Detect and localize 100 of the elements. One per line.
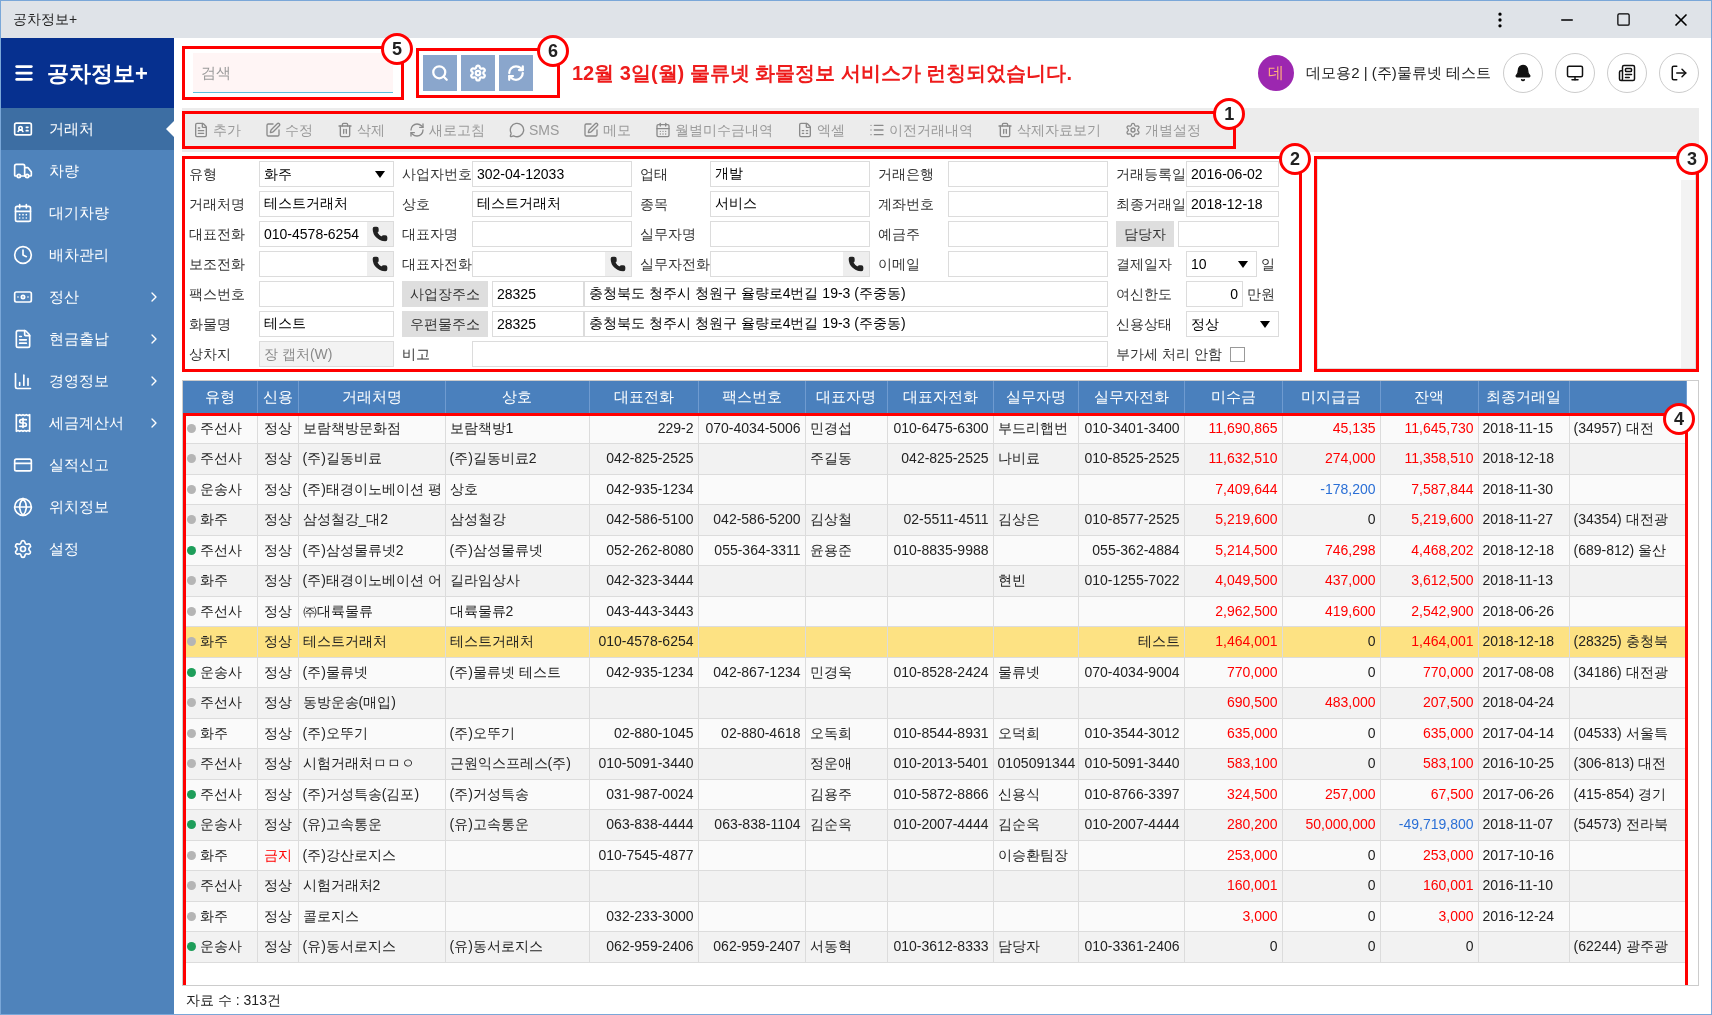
- table-cell-text: 2018-12-18: [1482, 540, 1555, 560]
- table-cell-text: 0: [1367, 510, 1376, 530]
- column-header[interactable]: 실무자명: [993, 381, 1078, 413]
- checkbox[interactable]: [1229, 346, 1245, 362]
- table-row[interactable]: 화주 정상 (주)태경이노베이션 어 길라임상사 042-323-3444 현빈 010-1255-7022 4,049,500 437,000 3,612,500 2018-11-13: [183, 565, 1686, 596]
- column-header[interactable]: 유형: [183, 381, 257, 413]
- zip-field[interactable]: 28325: [492, 311, 584, 337]
- text-field[interactable]: 0: [1186, 281, 1243, 307]
- zip-field[interactable]: 28325: [492, 281, 584, 307]
- newspaper-icon[interactable]: [1607, 53, 1647, 93]
- text-field[interactable]: 테스트거래처: [259, 191, 394, 217]
- field-label: 비고: [402, 344, 431, 364]
- table-row[interactable]: 화주 정상 콜로지스 032-233-3000 3,000 0 3,000 2016-12-24: [183, 901, 1686, 932]
- text-field[interactable]: 충청북도 청주시 청원구 율량로4번길 19-3 (주중동): [584, 281, 1108, 307]
- text-field[interactable]: [948, 191, 1108, 217]
- text-field[interactable]: 개발: [710, 161, 870, 187]
- column-header[interactable]: 상호: [445, 381, 589, 413]
- field-label-button[interactable]: 담당자: [1116, 221, 1174, 247]
- phone-icon: [372, 226, 388, 242]
- sidebar-item[interactable]: 세금계산서: [1, 402, 174, 444]
- table-cell-text: 화주: [200, 723, 228, 743]
- search-field[interactable]: 검색: [193, 53, 393, 93]
- table-cell-text: 정운애: [809, 754, 852, 774]
- column-header[interactable]: 잔액: [1380, 381, 1478, 413]
- monitor-icon[interactable]: [1555, 53, 1595, 93]
- sidebar-item[interactable]: 차량: [1, 150, 174, 192]
- sidebar-item[interactable]: 위치정보: [1, 486, 174, 528]
- sidebar-item[interactable]: 거래처: [1, 108, 174, 150]
- text-field[interactable]: 2016-06-02: [1186, 161, 1279, 187]
- text-field[interactable]: [948, 221, 1108, 247]
- table-row[interactable]: 화주 정상 삼성철강_대2 삼성철강 042-586-5100 042-586-5200 김상철 02-5511-4511 김상은 010-8577-2525 5,219,600 0 5,219,600 2018-11-27 (34354) 대전광: [183, 504, 1686, 535]
- table-row[interactable]: 운송사 정상 (주)태경이노베이션 평 상호 042-935-1234 7,409,644 -178,200 7,587,844 2018-11-30: [183, 474, 1686, 505]
- table-row[interactable]: 주선사 정상 (주)삼성물류넷2 (주)삼성물류넷 052-262-8080 055-364-3311 윤용준 010-8835-9988 055-362-4884 5,214,500 746,298 4,468,202 2018-12-18 (689-812) 울산: [183, 535, 1686, 566]
- field-label: 이메일: [878, 254, 921, 274]
- column-header[interactable]: 미수금: [1184, 381, 1282, 413]
- table-row[interactable]: 운송사 정상 (주)물류넷 (주)물류넷 테스트 042-935-1234 042-867-1234 민경욱 010-8528-2424 물류넷 070-4034-9004 770,000 0 770,000 2017-08-08 (34186) 대전광: [183, 657, 1686, 688]
- logout-icon[interactable]: [1659, 53, 1699, 93]
- refresh-button[interactable]: [499, 55, 533, 91]
- sidebar-item[interactable]: 실적신고: [1, 444, 174, 486]
- table-row[interactable]: 주선사 정상 시험거래처ㅁㅁㅇ 근원익스프레스(주) 010-5091-3440 정운애 010-2013-5401 0105091344 010-5091-3440 583,100 0 583,100 2016-10-25 (306-813) 대전: [183, 748, 1686, 779]
- column-header[interactable]: 미지급금: [1282, 381, 1380, 413]
- id-card-icon: [13, 119, 33, 139]
- bell-icon[interactable]: [1503, 53, 1543, 93]
- dropdown[interactable]: 정상: [1186, 311, 1279, 337]
- sidebar-item[interactable]: 대기차량: [1, 192, 174, 234]
- scrollbar[interactable]: [1681, 180, 1695, 368]
- table-row[interactable]: 주선사 정상 (주)길동비료 (주)길동비료2 042-825-2525 주길동 042-825-2525 나비료 010-8525-2525 11,632,510 274,000 11,358,510 2018-12-18: [183, 443, 1686, 474]
- text-field[interactable]: 2018-12-18: [1186, 191, 1279, 217]
- phone-field[interactable]: [259, 251, 394, 277]
- field-label-button[interactable]: 사업장주소: [402, 281, 488, 307]
- sidebar-item[interactable]: 배차관리: [1, 234, 174, 276]
- table-row[interactable]: 화주 정상 테스트거래처 테스트거래처 010-4578-6254 테스트 1,464,001 0 1,464,001 2018-12-18 (28325) 충청북: [183, 626, 1686, 657]
- text-field[interactable]: [259, 281, 394, 307]
- menu-icon[interactable]: [13, 62, 35, 84]
- sidebar-item[interactable]: 경영정보: [1, 360, 174, 402]
- table-row[interactable]: 주선사 정상 시험거래처2 160,001 0 160,001 2016-11-10: [183, 870, 1686, 901]
- table-cell-text: 2018-11-30: [1482, 479, 1554, 499]
- table-cell-text: 010-2007-4444: [1084, 815, 1180, 835]
- search-button[interactable]: [423, 55, 457, 91]
- table-row[interactable]: 화주 정상 (주)오뚜기 (주)오뚜기 02-880-1045 02-880-4618 오독희 010-8544-8931 오덕희 010-3544-3012 635,000 0 635,000 2017-04-14 (04533) 서울특: [183, 718, 1686, 749]
- column-header[interactable]: 최종거래일: [1478, 381, 1569, 413]
- dropdown[interactable]: 10: [1186, 251, 1257, 277]
- dropdown[interactable]: 화주: [259, 161, 394, 187]
- text-field[interactable]: [948, 161, 1108, 187]
- phone-field[interactable]: 010-4578-6254: [259, 221, 394, 247]
- phone-field[interactable]: [472, 251, 632, 277]
- text-field[interactable]: 서비스: [710, 191, 870, 217]
- column-header[interactable]: 대표자명: [805, 381, 887, 413]
- text-field[interactable]: [948, 251, 1108, 277]
- table-row[interactable]: 운송사 정상 (유)고속통운 (유)고속통운 063-838-4444 063-838-1104 김순옥 010-2007-4444 김순옥 010-2007-4444 280,200 50,000,000 -49,719,800 2018-11-07 (54573) 전라북: [183, 809, 1686, 840]
- table-row[interactable]: 주선사 정상 ㈜대륙물류 대륙물류2 043-443-3443 2,962,500 419,600 2,542,900 2018-06-26: [183, 596, 1686, 627]
- column-header[interactable]: 실무자전화: [1078, 381, 1184, 413]
- sidebar-item[interactable]: 설정: [1, 528, 174, 570]
- settings-icon: [469, 64, 487, 82]
- text-field[interactable]: 302-04-12033: [472, 161, 632, 187]
- table-row[interactable]: 주선사 정상 (주)거성특송(김포) (주)거성특송 031-987-0024 김용주 010-5872-8866 신용식 010-8766-3397 324,500 257,000 67,500 2017-06-26 (415-854) 경기: [183, 779, 1686, 810]
- column-header[interactable]: 대표전화: [589, 381, 698, 413]
- maximize-icon[interactable]: [1616, 12, 1631, 27]
- table-row[interactable]: 운송사 정상 (유)동서로지스 (유)동서로지스 062-959-2406 062-959-2407 서동혁 010-3612-8333 담당자 010-3361-2406 0 0 0 (62244) 광주광: [183, 931, 1686, 962]
- text-field[interactable]: 테스트: [259, 311, 394, 337]
- text-field[interactable]: [472, 341, 1108, 367]
- sidebar-item[interactable]: 현금출납: [1, 318, 174, 360]
- column-header[interactable]: 대표자전화: [887, 381, 993, 413]
- field-label-button[interactable]: 우편물주소: [402, 311, 488, 337]
- caret-icon: [1238, 260, 1248, 268]
- column-header[interactable]: 팩스번호: [698, 381, 805, 413]
- text-field[interactable]: [1178, 221, 1279, 247]
- column-header[interactable]: 신용: [257, 381, 298, 413]
- table-cell-text: 2017-10-16: [1482, 845, 1555, 865]
- table-row[interactable]: 화주 금지 (주)강산로지스 010-7545-4877 이승환팀장 253,000 0 253,000 2017-10-16: [183, 840, 1686, 871]
- column-header[interactable]: 거래처명: [298, 381, 445, 413]
- text-field[interactable]: 충청북도 청주시 청원구 율량로4번길 19-3 (주중동): [584, 311, 1108, 337]
- phone-field[interactable]: [710, 251, 870, 277]
- sidebar-item[interactable]: 정산: [1, 276, 174, 318]
- text-field[interactable]: 테스트거래처: [472, 191, 632, 217]
- field-label: 여신한도: [1116, 284, 1173, 304]
- text-field[interactable]: [472, 221, 632, 247]
- table-row[interactable]: 주선사 정상 동방운송(매입) 690,500 483,000 207,500 2018-04-24: [183, 687, 1686, 718]
- text-field[interactable]: [710, 221, 870, 247]
- settings-button[interactable]: [461, 55, 495, 91]
